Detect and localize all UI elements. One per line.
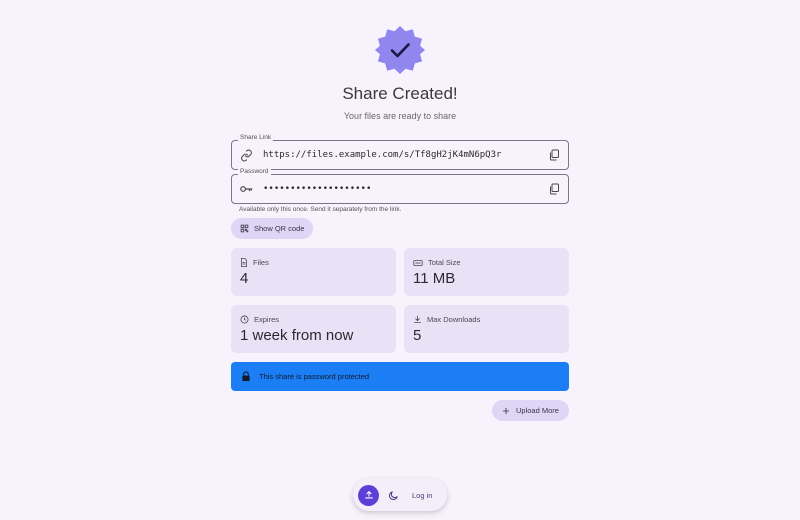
- lock-icon: [242, 371, 250, 382]
- file-icon: [241, 258, 247, 267]
- show-qr-code-label: Show QR code: [254, 224, 305, 233]
- key-icon: [239, 182, 253, 196]
- show-qr-code-button[interactable]: Show QR code: [231, 218, 313, 239]
- copy-icon: [550, 149, 559, 161]
- expires-card: Expires 1 week from now: [231, 305, 396, 353]
- password-label: Password: [238, 168, 271, 175]
- upload-icon: [364, 491, 373, 499]
- page-title: Share Created!: [342, 84, 458, 103]
- files-value: 4: [240, 270, 249, 287]
- max-downloads-card: Max Downloads 5: [404, 305, 569, 353]
- password-field[interactable]: Password ••••••••••••••••••••: [231, 168, 569, 204]
- clock-icon: [240, 315, 249, 324]
- max-downloads-value: 5: [413, 327, 422, 344]
- password-hint: Available only this once. Send it separa…: [239, 206, 402, 213]
- total-size-value: 11 MB: [413, 270, 456, 287]
- theme-toggle-button[interactable]: [386, 488, 400, 502]
- total-size-card: Total Size 11 MB: [404, 248, 569, 296]
- copy-link-button[interactable]: [546, 147, 562, 163]
- page-subtitle: Your files are ready to share: [343, 111, 457, 121]
- bottom-nav-bar: Log in: [353, 479, 447, 511]
- password-protected-banner: This share is password protected: [231, 362, 569, 391]
- share-link-label: Share Link: [238, 134, 274, 141]
- files-label: Files: [253, 258, 269, 267]
- copy-icon: [550, 183, 559, 195]
- storage-icon: [413, 259, 423, 266]
- moon-icon: [388, 490, 398, 500]
- password-value[interactable]: ••••••••••••••••••••: [263, 184, 546, 194]
- share-link-field[interactable]: Share Link https://files.example.com/s/T…: [231, 134, 569, 170]
- expires-value: 1 week from now: [240, 327, 354, 344]
- banner-text: This share is password protected: [259, 372, 370, 381]
- download-icon: [414, 315, 421, 323]
- upload-more-label: Upload More: [516, 406, 559, 415]
- upload-more-button[interactable]: Upload More: [492, 400, 569, 421]
- verified-badge-icon: [375, 26, 425, 74]
- expires-label: Expires: [254, 315, 280, 324]
- share-link-value[interactable]: https://files.example.com/s/Tf8gH2jK4mN6…: [263, 150, 546, 160]
- copy-password-button[interactable]: [546, 181, 562, 197]
- link-icon: [239, 148, 253, 162]
- qr-code-icon: [240, 224, 249, 233]
- upload-button[interactable]: [358, 484, 379, 506]
- total-size-label: Total Size: [428, 258, 461, 267]
- max-downloads-label: Max Downloads: [427, 315, 481, 324]
- login-link[interactable]: Log in: [412, 491, 432, 500]
- plus-icon: [502, 407, 510, 414]
- files-card: Files 4: [231, 248, 396, 296]
